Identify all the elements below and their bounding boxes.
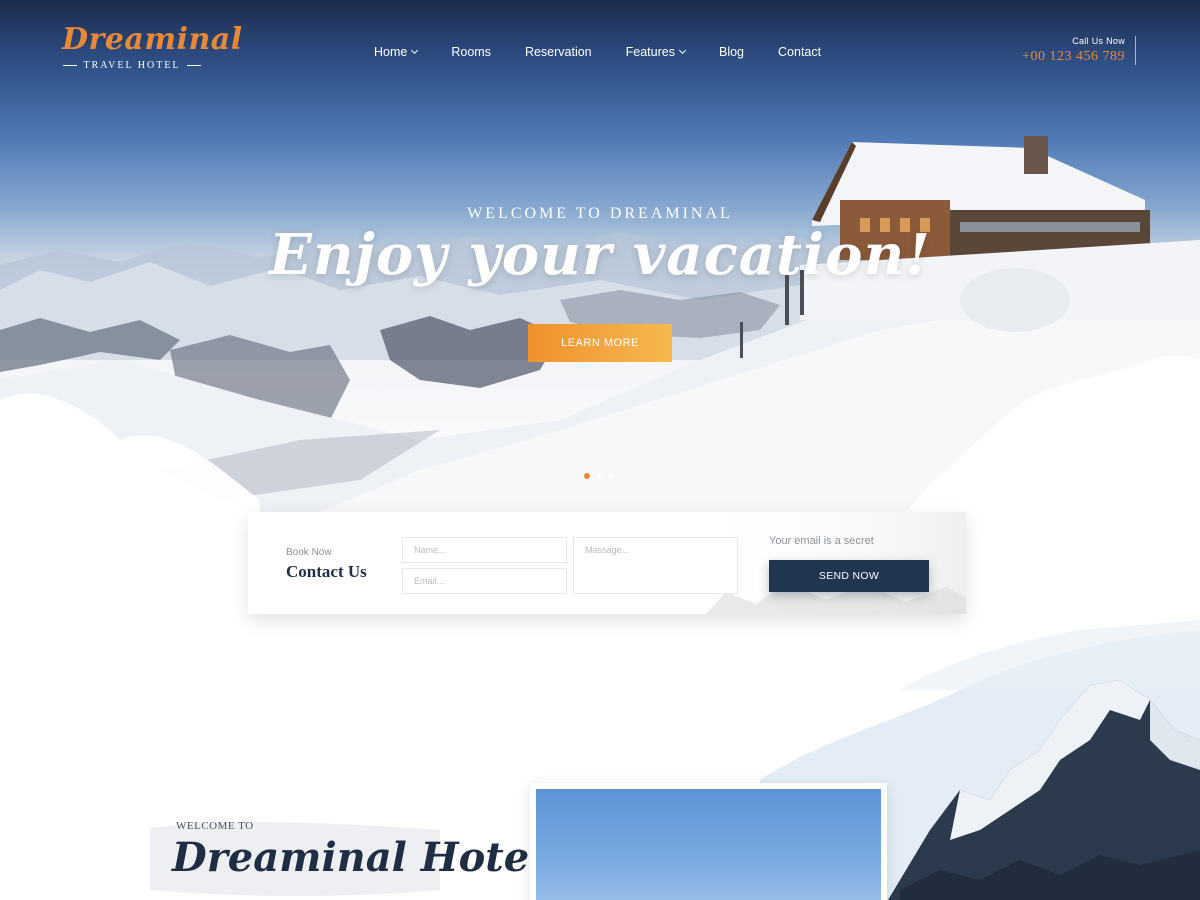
slider-dot-2[interactable] [596, 473, 602, 479]
chevron-down-icon [411, 46, 419, 55]
nav-item-contact[interactable]: Contact [778, 44, 821, 60]
name-input[interactable]: Name... [402, 537, 567, 563]
about-eyebrow: WELCOME TO [176, 820, 254, 832]
nav-label: Home [374, 45, 408, 59]
learn-more-button[interactable]: LEARN MORE [528, 324, 672, 362]
email-input[interactable]: Email... [402, 568, 567, 594]
contact-title: Contact Us [286, 562, 367, 581]
nav-item-home[interactable]: Home [374, 44, 419, 60]
brand-logo[interactable]: Dreaminal TRAVEL HOTEL [62, 22, 243, 71]
tagline-rule-right [186, 65, 201, 66]
brand-tagline-row: TRAVEL HOTEL [62, 60, 202, 71]
phone-number-link[interactable]: +00 123 456 789 [1022, 49, 1125, 65]
hotel-photo [536, 789, 881, 900]
hotel-photo-frame [530, 783, 887, 900]
slider-dot-1[interactable] [584, 473, 590, 479]
send-now-button[interactable]: SEND NOW [769, 560, 929, 592]
nav-item-blog[interactable]: Blog [719, 44, 744, 60]
hero-headline: Enjoy your vacation! [269, 222, 931, 288]
chevron-down-icon [678, 46, 687, 55]
call-us-block: Call Us Now +00 123 456 789 [1022, 36, 1136, 65]
main-nav: Home Rooms Reservation Features Blog Con… [374, 44, 855, 60]
tagline-rule-left [63, 65, 78, 66]
message-textarea[interactable]: Massage... [573, 537, 738, 594]
nav-item-rooms[interactable]: Rooms [451, 44, 491, 60]
nav-item-reservation[interactable]: Reservation [525, 44, 592, 60]
nav-label: Features [625, 45, 675, 59]
slider-pagination [584, 473, 614, 479]
slider-dot-3[interactable] [608, 473, 614, 479]
privacy-note: Your email is a secret [769, 535, 874, 547]
hero-eyebrow: WELCOME TO DREAMINAL [467, 205, 733, 222]
contact-eyebrow: Book Now [286, 547, 332, 558]
nav-label: Reservation [524, 45, 592, 59]
call-label: Call Us Now [1072, 36, 1125, 46]
nav-label: Rooms [451, 45, 491, 59]
brand-tagline: TRAVEL HOTEL [83, 60, 181, 71]
nav-label: Contact [778, 45, 822, 59]
nav-label: Blog [718, 45, 745, 59]
about-title: Dreaminal Hotel [172, 834, 545, 881]
brand-name: Dreaminal [62, 22, 243, 57]
contact-form-bar: Book Now Contact Us Name... Email... Mas… [248, 512, 966, 614]
nav-item-features[interactable]: Features [625, 44, 687, 60]
